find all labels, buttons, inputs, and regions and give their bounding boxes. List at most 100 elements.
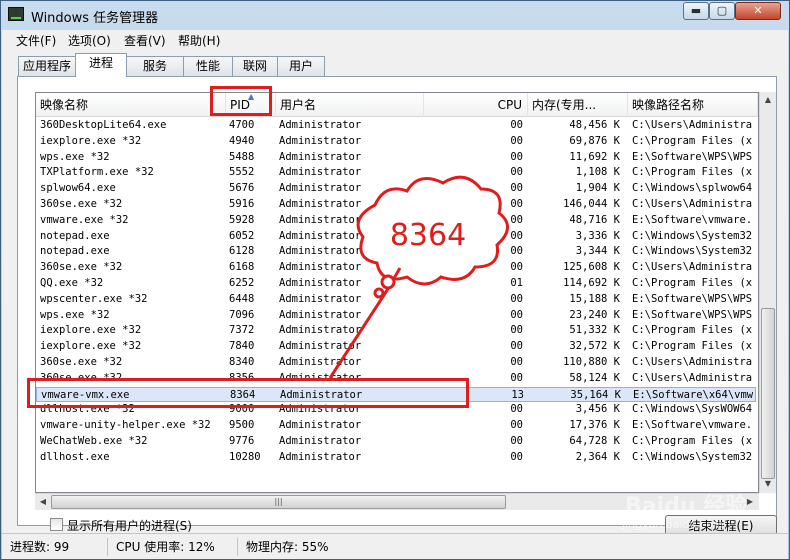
column-image-name[interactable]: 映像名称 [36, 93, 226, 117]
cell-user: Administrator [279, 356, 362, 368]
process-row[interactable]: WeChatWeb.exe *32 9776 Administrator 00 64,7… [36, 434, 756, 449]
process-row[interactable]: wps.exe *32 7096 Administrator 00 23,240 K E:… [36, 308, 756, 323]
cell-user: Administrator [279, 450, 362, 463]
cell-path: C:\Windows\System32 [632, 245, 753, 258]
cell-name: 360DesktopLite64.exe [40, 119, 167, 131]
minimize-button[interactable]: ▬ [683, 2, 709, 20]
process-row[interactable]: QQ.exe *32 6252 Administrator 01 114,692 K C:… [36, 276, 756, 291]
process-row[interactable]: wpscenter.exe *32 6448 Administrator 00 15,1… [36, 292, 756, 307]
cell-mem: 2,364 K [575, 450, 620, 463]
cell-name: vmware-unity-helper.exe *32 [40, 419, 211, 432]
title-bar[interactable]: Windows 任务管理器 ▬ ▢ ✕ [1, 1, 789, 29]
cell-mem: 17,376 K [569, 419, 620, 432]
cell-path: C:\Program Files (x [632, 166, 753, 179]
cell-name: iexplore.exe *32 [40, 340, 142, 353]
process-row[interactable]: 360se.exe *32 5916 Administrator 00 146,044 … [36, 197, 756, 212]
process-row[interactable]: TXPlatform.exe *32 5552 Administrator 00 1,1… [36, 165, 756, 180]
show-all-users-label: 显示所有用户的进程(S) [67, 519, 192, 533]
tab-services[interactable]: 服务 [126, 56, 184, 76]
show-all-users-checkbox[interactable] [50, 518, 63, 531]
scroll-left-icon[interactable]: ◀ [35, 494, 51, 510]
process-row[interactable]: 360DesktopLite64.exe 4700 Administrator 00 4… [36, 118, 756, 133]
process-row[interactable]: vmware-unity-helper.exe *32 9500 Administr… [36, 418, 756, 433]
cell-name: 360se.exe *32 [40, 198, 123, 210]
scroll-down-icon[interactable]: ▼ [760, 476, 776, 492]
column-cpu[interactable]: CPU [424, 93, 528, 117]
process-row[interactable]: iexplore.exe *32 7372 Administrator 00 51,33… [36, 323, 756, 338]
cell-name: notepad.exe [40, 229, 110, 242]
watermark-brand: Baidu 经验 [625, 494, 748, 519]
cell-cpu: 00 [510, 308, 523, 321]
cell-path: C:\Program Files (x [632, 340, 753, 353]
tab-performance[interactable]: 性能 [183, 56, 233, 76]
process-row[interactable]: iexplore.exe *32 4940 Administrator 00 69,87… [36, 134, 756, 149]
status-bar: 进程数: 99 CPU 使用率: 12% 物理内存: 55% [2, 533, 788, 559]
cell-mem: 64,728 K [569, 435, 620, 447]
cell-mem: 35,164 K [570, 388, 621, 401]
tab-applications[interactable]: 应用程序 [18, 56, 76, 76]
scroll-up-icon[interactable]: ▲ [760, 92, 776, 108]
cell-pid: 6448 [229, 292, 255, 305]
cell-mem: 1,904 K [575, 182, 620, 195]
tab-networking[interactable]: 联网 [232, 56, 278, 76]
cell-user: Administrator [279, 134, 362, 147]
process-row[interactable]: dllhost.exe 10280 Administrator 00 2,364 K C:… [36, 450, 756, 465]
cell-pid: 5928 [229, 213, 255, 226]
cell-pid: 7840 [229, 340, 255, 353]
cell-path: E:\Software\vmware. [632, 213, 753, 226]
cell-mem: 146,044 K [563, 198, 620, 210]
cell-cpu: 01 [510, 277, 523, 289]
cell-mem: 69,876 K [569, 134, 620, 147]
cell-user: Administrator [279, 308, 362, 321]
cell-path: C:\Users\Administra [632, 198, 753, 210]
status-memory: 物理内存: 55% [246, 540, 329, 554]
cell-mem: 3,456 K [575, 403, 620, 416]
process-row[interactable]: 360se.exe *32 8340 Administrator 00 110,880 … [36, 355, 756, 370]
cell-mem: 3,344 K [575, 245, 620, 258]
menu-file[interactable]: 文件(F) [16, 32, 56, 49]
close-button[interactable]: ✕ [735, 2, 781, 20]
cell-path: C:\Program Files (x [632, 324, 753, 337]
menu-help[interactable]: 帮助(H) [178, 32, 220, 49]
process-row[interactable]: 360se.exe *32 6168 Administrator 00 125,608 … [36, 260, 756, 275]
process-row[interactable]: wps.exe *32 5488 Administrator 00 11,692 K E:… [36, 150, 756, 165]
process-list[interactable]: 映像名称 ▲ PID 用户名 CPU 内存(专用... 映像路径名称 360Des… [35, 92, 759, 493]
client-area: 应用程序 进程 服务 性能 联网 用户 映像名称 ▲ PID 用户名 CPU 内存… [2, 50, 788, 538]
cell-pid: 6052 [229, 229, 255, 242]
column-image-path[interactable]: 映像路径名称 [628, 93, 758, 117]
tab-processes[interactable]: 进程 [75, 53, 127, 77]
cell-cpu: 00 [510, 261, 523, 274]
horizontal-scroll-thumb[interactable]: ||| [51, 495, 506, 509]
menu-options[interactable]: 选项(O) [68, 32, 111, 49]
column-user-name[interactable]: 用户名 [276, 93, 424, 117]
column-memory[interactable]: 内存(专用... [528, 93, 628, 117]
cell-path: C:\Program Files (x [632, 435, 753, 447]
menu-view[interactable]: 查看(V) [124, 32, 166, 49]
cell-cpu: 00 [510, 292, 523, 305]
process-row[interactable]: splwow64.exe 5676 Administrator 00 1,904 K C:… [36, 181, 756, 196]
cell-user: Administrator [279, 182, 362, 195]
cell-mem: 114,692 K [563, 277, 620, 289]
cell-pid: 9500 [229, 419, 255, 432]
cell-mem: 32,572 K [569, 340, 620, 353]
cell-pid: 6128 [229, 245, 255, 258]
callout-text: 8364 [389, 218, 467, 253]
pid-header-highlight [210, 86, 272, 116]
cell-user: Administrator [279, 340, 362, 353]
maximize-button[interactable]: ▢ [709, 2, 735, 20]
tab-users[interactable]: 用户 [277, 56, 325, 76]
vertical-scroll-thumb[interactable] [761, 308, 775, 479]
cell-path: C:\Windows\System32 [632, 450, 753, 463]
list-header: 映像名称 ▲ PID 用户名 CPU 内存(专用... 映像路径名称 [36, 93, 758, 117]
task-manager-icon [8, 7, 24, 21]
cell-path: C:\Program Files (x [632, 277, 753, 289]
process-row[interactable]: iexplore.exe *32 7840 Administrator 00 32,57… [36, 339, 756, 354]
cell-name: wpscenter.exe *32 [40, 292, 148, 305]
vertical-scrollbar[interactable]: ▲ ▼ [759, 92, 776, 493]
cell-pid: 4940 [229, 134, 255, 147]
cell-name: iexplore.exe *32 [40, 324, 142, 337]
cell-pid: 6168 [229, 261, 255, 274]
cell-mem: 48,456 K [569, 119, 620, 131]
cell-cpu: 00 [510, 419, 523, 432]
cell-cpu: 13 [511, 388, 524, 401]
